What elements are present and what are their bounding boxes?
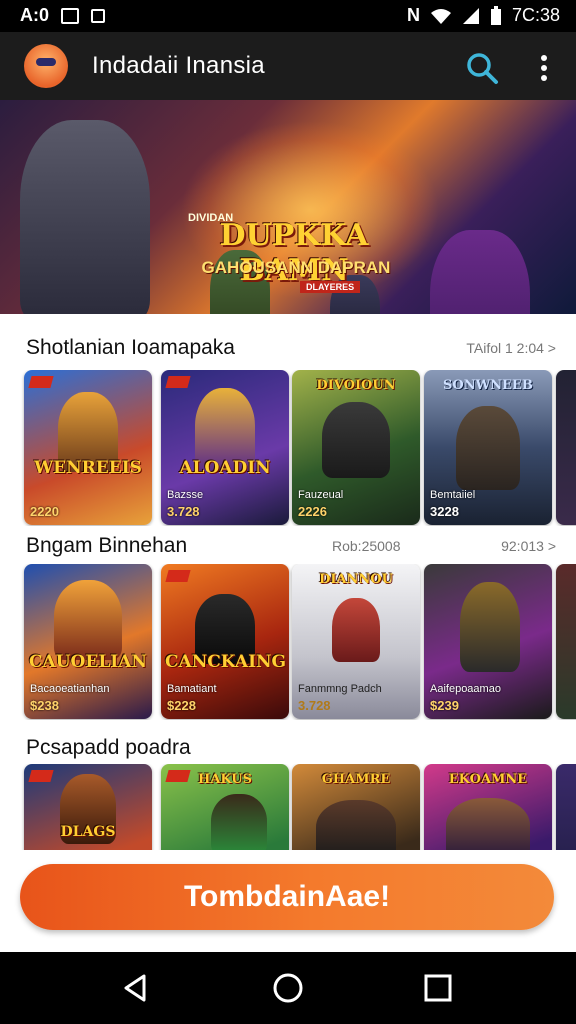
card-logo: DIANNOU [319, 572, 393, 587]
card-subtitle: Bemtaiiel [430, 489, 476, 501]
section-meta-mid: Rob:25008 [332, 538, 401, 554]
card-subtitle: Fanmmng Padch [298, 683, 382, 695]
card-price: 3228 [430, 504, 459, 519]
primary-cta-button[interactable]: TombdainAae! [20, 864, 554, 930]
card-price: 2226 [298, 504, 327, 519]
card-logo: EKOAMNE [448, 772, 528, 787]
nfc-icon: N [406, 5, 420, 25]
card-subtitle: Bazsse [167, 489, 204, 501]
game-card[interactable]: GHAMRE [292, 764, 420, 850]
game-card[interactable]: CAUOELIAN Bacaoeatianhan $238 [24, 564, 152, 719]
app-title: Indadaii Inansia [92, 52, 265, 79]
card-price: 2220 [30, 504, 59, 519]
section-header-2: Bngam Binnehan Rob:25008 92:013 > [26, 534, 556, 562]
card-logo: HAKUS [198, 772, 252, 787]
game-card[interactable]: ALOADIN Bazsse 3.728 [161, 370, 289, 525]
wifi-icon [430, 8, 451, 24]
mage-figure [430, 230, 530, 314]
section-title: Bngam Binnehan [26, 534, 188, 557]
game-card[interactable]: DIVOIOUN Fauzeual 2226 [292, 370, 420, 525]
card-logo: DIVOIOUN [316, 378, 396, 393]
card-logo: CANCKAING [165, 652, 287, 672]
game-card[interactable] [556, 764, 576, 850]
game-card[interactable]: DLAGS [24, 764, 152, 850]
game-card[interactable]: SONWNEEB Bemtaiiel 3228 [424, 370, 552, 525]
game-row-1: WENREEIS 2220 ALOADIN Bazsse 3.728 DIVOI… [0, 370, 576, 526]
status-time-left: A:0 [20, 5, 50, 25]
banner-subtitle: GAHOUSANN DAPRAN [201, 258, 391, 277]
banner-tag: DLAYERES [300, 281, 361, 293]
search-icon[interactable] [464, 50, 500, 86]
card-logo: SONWNEEB [443, 378, 533, 393]
game-row-3: DLAGS HAKUS GHAMRE EKOAMNE [0, 764, 576, 850]
knight-figure [20, 120, 150, 314]
section-header-1: Shotlanian Ioamapaka TAifol 1 2:04 > [26, 336, 556, 364]
recents-icon[interactable] [422, 972, 454, 1004]
card-logo: DLAGS [60, 824, 116, 840]
back-icon[interactable] [120, 972, 152, 1004]
section-meta[interactable]: TAifol 1 2:04 > [466, 340, 556, 356]
hero-banner[interactable]: DIVIDAN DUPKKA BAMN GAHOUSANN DAPRAN DLA… [0, 100, 576, 314]
card-subtitle: Fauzeual [298, 489, 344, 501]
game-card[interactable]: CANCKAING Bamatiant $228 [161, 564, 289, 719]
notification-icon [91, 8, 106, 23]
image-icon [61, 7, 80, 24]
card-subtitle: Bacaoeatianhan [30, 683, 110, 695]
game-card[interactable]: Aaifepoaamao $239 [424, 564, 552, 719]
card-subtitle: Bamatiant [167, 683, 217, 695]
game-card[interactable] [556, 564, 576, 719]
game-card[interactable]: EKOAMNE [424, 764, 552, 850]
cta-container: TombdainAae! [0, 850, 576, 952]
game-card[interactable]: DIANNOU Fanmmng Padch 3.728 [292, 564, 420, 719]
card-price: 3.728 [167, 504, 200, 519]
app-bar: Indadaii Inansia [0, 32, 576, 100]
system-nav-bar [0, 952, 576, 1024]
game-row-2: CAUOELIAN Bacaoeatianhan $238 CANCKAING … [0, 564, 576, 720]
card-subtitle: Aaifepoaamao [430, 683, 501, 695]
card-logo: WENREEIS [34, 458, 142, 478]
card-logo: CAUOELIAN [29, 652, 147, 672]
more-vert-icon[interactable] [534, 50, 554, 86]
game-card[interactable]: WENREEIS 2220 [24, 370, 152, 525]
avatar-icon[interactable] [24, 44, 68, 88]
battery-icon [490, 5, 501, 25]
home-icon[interactable] [272, 972, 304, 1004]
status-bar: A:0 N 7C:38 [0, 0, 576, 32]
card-price: $238 [30, 698, 59, 713]
section-title: Pcsapadd poadra [26, 736, 191, 759]
card-price: $239 [430, 698, 459, 713]
section-header-3: Pcsapadd poadra [26, 736, 556, 764]
signal-icon [462, 7, 479, 24]
section-meta[interactable]: 92:013 > [501, 538, 556, 554]
card-logo: ALOADIN [179, 458, 271, 478]
status-time-right: 7C:38 [511, 5, 560, 25]
card-logo: GHAMRE [321, 772, 391, 787]
game-card[interactable] [556, 370, 576, 525]
card-price: $228 [167, 698, 196, 713]
card-price: 3.728 [298, 698, 331, 713]
game-card[interactable]: HAKUS [161, 764, 289, 850]
section-title: Shotlanian Ioamapaka [26, 336, 235, 359]
